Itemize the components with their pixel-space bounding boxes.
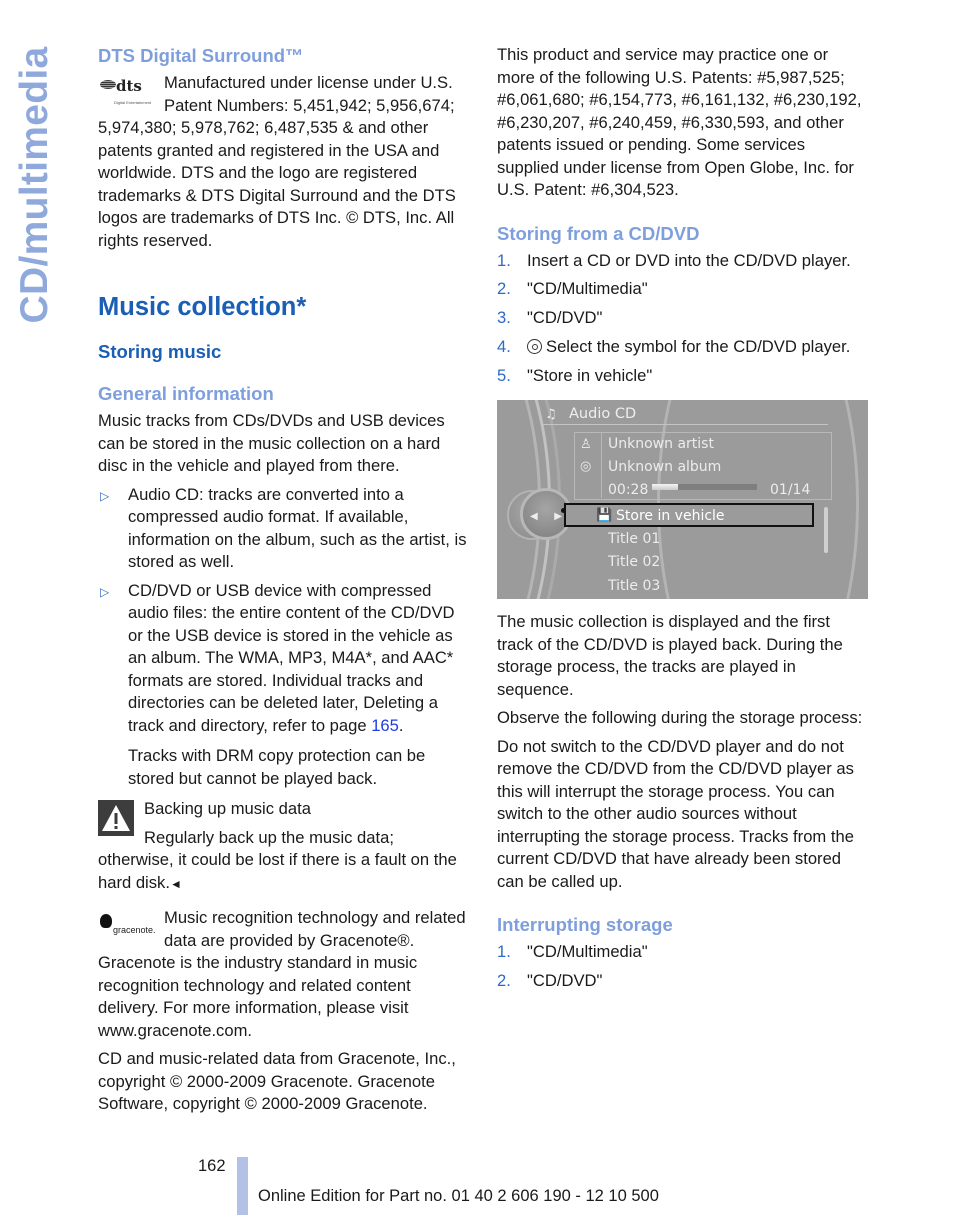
- dts-logo-icon: dts Digital Entertainment: [98, 76, 156, 105]
- artist-icon: ♙: [580, 437, 592, 453]
- dts-heading: DTS Digital Surround™: [98, 45, 304, 66]
- do-not-switch-text: Do not switch to the CD/DVD player and d…: [497, 736, 854, 891]
- observe-text: Observe the following during the storage…: [497, 708, 863, 728]
- idrive-screen: ♫ Audio CD ♙ ◎ Unknown artist Unknown al…: [497, 400, 868, 600]
- artist-label: Unknown artist: [608, 436, 714, 453]
- page-number: 162: [198, 1157, 226, 1175]
- storing-steps: 1. Insert a CD or DVD into the CD/DVD pla…: [497, 250, 869, 388]
- step-item: 5. "Store in vehicle": [497, 365, 653, 385]
- store-in-vehicle-menu-item[interactable]: 💾 Store in vehicle: [564, 503, 814, 528]
- drm-note: Tracks with DRM copy protection can be s…: [128, 746, 426, 788]
- edition-footer: Online Edition for Part no. 01 40 2 606 …: [258, 1187, 659, 1205]
- general-information-heading: General information: [98, 383, 274, 404]
- track-counter: 01/14: [770, 482, 811, 499]
- screen-title: Audio CD: [569, 406, 637, 423]
- page-reference-link[interactable]: 165: [371, 716, 399, 735]
- step-item: 2. "CD/DVD": [497, 970, 603, 990]
- chapter-side-tab: CD/multimedia: [10, 40, 60, 330]
- left-column: DTS Digital Surround™ dts Digital Entert…: [98, 44, 470, 1122]
- interrupt-steps: 1. "CD/Multimedia" 2. "CD/DVD": [497, 941, 869, 992]
- chapter-title: CD/multimedia: [13, 46, 56, 324]
- elapsed-time: 00:28: [608, 482, 649, 499]
- storing-cd-heading: Storing from a CD/DVD: [497, 222, 700, 244]
- progress-fill: [652, 484, 679, 491]
- list-item: ▷ CD/DVD or USB device with compressed a…: [100, 580, 455, 735]
- warning-title: Backing up music data: [144, 799, 311, 818]
- step-item: 4. Select the symbol for the CD/DVD playe…: [497, 336, 851, 356]
- format-bullet-list: ▷ Audio CD: tracks are converted into a …: [98, 484, 470, 738]
- cd-icon: [527, 338, 542, 354]
- step-item: 3. "CD/DVD": [497, 308, 603, 328]
- left-arrow-icon: ◀: [530, 511, 538, 523]
- menu-item-title-03[interactable]: Title 03: [608, 575, 660, 598]
- warning-box: Backing up music data Regularly back up …: [98, 798, 470, 895]
- gracenote-paragraph: gracenote. Music recognition technology …: [98, 907, 470, 1042]
- menu-scrollbar[interactable]: [824, 507, 828, 554]
- music-collection-heading: Music collection*: [98, 293, 307, 321]
- storing-music-heading: Storing music: [98, 341, 222, 362]
- step-item: 2. "CD/Multimedia": [497, 279, 648, 299]
- title-divider: [541, 424, 828, 426]
- warning-triangle-icon: [98, 800, 134, 836]
- gracenote-copyright: CD and music-related data from Gracenote…: [98, 1049, 456, 1113]
- interrupting-storage-heading: Interrupting storage: [497, 914, 673, 936]
- step-item: 1. "CD/Multimedia": [497, 942, 648, 962]
- footer-accent-bar: [237, 1157, 248, 1215]
- album-cd-icon: ◎: [580, 459, 592, 475]
- patents-text: This product and service may practice on…: [497, 45, 862, 199]
- list-item: ▷ Audio CD: tracks are converted into a …: [100, 484, 467, 572]
- general-information-text: Music tracks from CDs/DVDs and USB devic…: [98, 411, 445, 475]
- save-icon: 💾: [596, 508, 613, 524]
- dts-paragraph: dts Digital Entertainment Manufactured u…: [98, 72, 470, 252]
- warning-text: Regularly back up the music data; otherw…: [98, 827, 457, 892]
- end-mark-icon: ◄: [169, 876, 182, 891]
- menu-item-title-01[interactable]: Title 01: [608, 528, 660, 551]
- right-column: This product and service may practice on…: [497, 44, 869, 1000]
- bullet-triangle-icon: ▷: [100, 584, 110, 599]
- menu-item-title-02[interactable]: Title 02: [608, 551, 660, 574]
- gracenote-logo-icon: gracenote.: [98, 913, 156, 935]
- album-label: Unknown album: [608, 459, 722, 476]
- step-item: 1. Insert a CD or DVD into the CD/DVD pla…: [497, 250, 851, 270]
- playback-progress-bar: [652, 484, 757, 491]
- after-storing-text: The music collection is displayed and th…: [497, 612, 843, 699]
- bullet-triangle-icon: ▷: [100, 488, 110, 503]
